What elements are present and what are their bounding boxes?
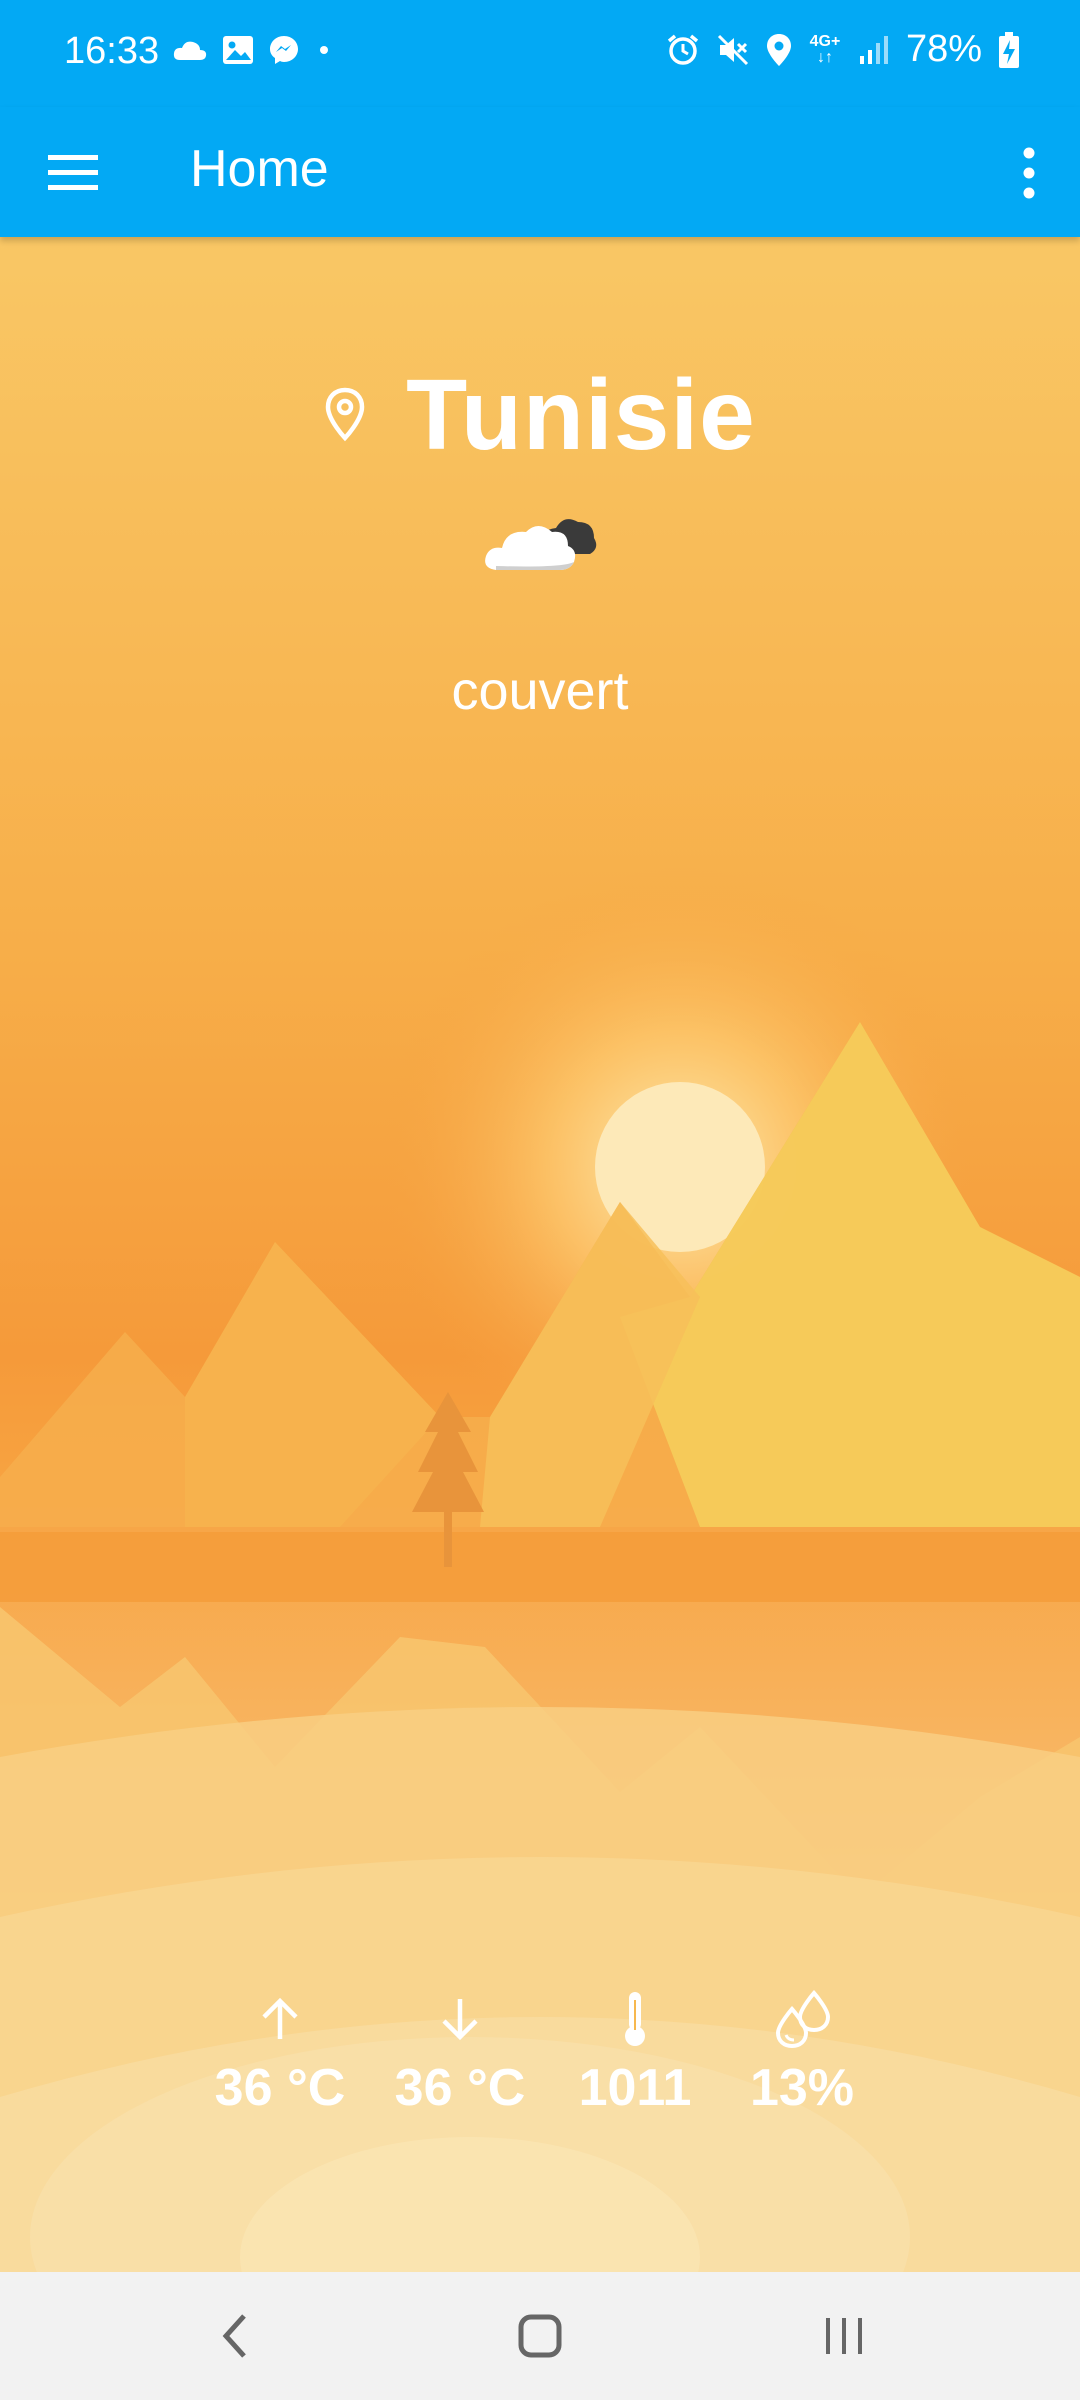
min-temp-value: 36 °C: [394, 2059, 526, 2117]
recents-icon[interactable]: [804, 2306, 884, 2366]
more-vert-icon[interactable]: [1014, 143, 1044, 203]
app-bar: Home: [0, 107, 1080, 237]
signal-icon: [859, 35, 888, 64]
arrow-down-icon: [442, 1999, 478, 2041]
page-title: Home: [190, 140, 329, 198]
max-temp-stat: 36 °C: [190, 1990, 370, 2118]
humidity-icon: [775, 1989, 831, 2049]
location-icon: [766, 33, 791, 66]
humidity-value: 13%: [749, 2059, 855, 2117]
pressure-stat: 1011: [545, 1990, 725, 2118]
messenger-icon: [270, 36, 298, 64]
cloud-icon: [173, 41, 207, 60]
overcast-cloud-icon: [482, 508, 600, 574]
dot-icon: [320, 46, 328, 54]
status-bar: 16:33 4G+ ↓↑ 78%: [0, 0, 1080, 107]
battery-charging-icon: [999, 31, 1019, 68]
battery-percent: 78%: [905, 28, 982, 70]
home-icon[interactable]: [500, 2306, 580, 2366]
humidity-stat: 13%: [712, 1989, 892, 2118]
network-type-label: 4G+: [809, 32, 841, 50]
arrow-up-icon: [262, 1997, 298, 2039]
status-time: 16:33: [64, 30, 160, 72]
data-arrows-icon: ↓↑: [816, 48, 833, 66]
city-name: Tunisie: [406, 358, 756, 471]
alarm-icon: [667, 34, 699, 65]
min-temp-stat: 36 °C: [370, 1990, 550, 2118]
mute-icon: [717, 34, 748, 65]
back-icon[interactable]: [196, 2306, 276, 2366]
location-pin-icon: [325, 387, 365, 442]
hamburger-menu-icon[interactable]: [44, 145, 104, 201]
location-header: Tunisie: [0, 358, 1080, 471]
thermometer-icon: [625, 1992, 645, 2046]
weather-condition: couvert: [451, 661, 629, 721]
system-navigation-bar: [0, 2272, 1080, 2400]
weather-stats: 36 °C 36 °C 1011 13%: [190, 1989, 892, 2120]
pressure-value: 1011: [578, 2059, 692, 2117]
status-notification-icons: [172, 34, 334, 66]
image-icon: [223, 36, 253, 64]
network-icon: 4G+ ↓↑: [808, 32, 842, 66]
status-system-icons: 4G+ ↓↑ 78%: [666, 28, 1020, 71]
max-temp-value: 36 °C: [214, 2059, 346, 2117]
